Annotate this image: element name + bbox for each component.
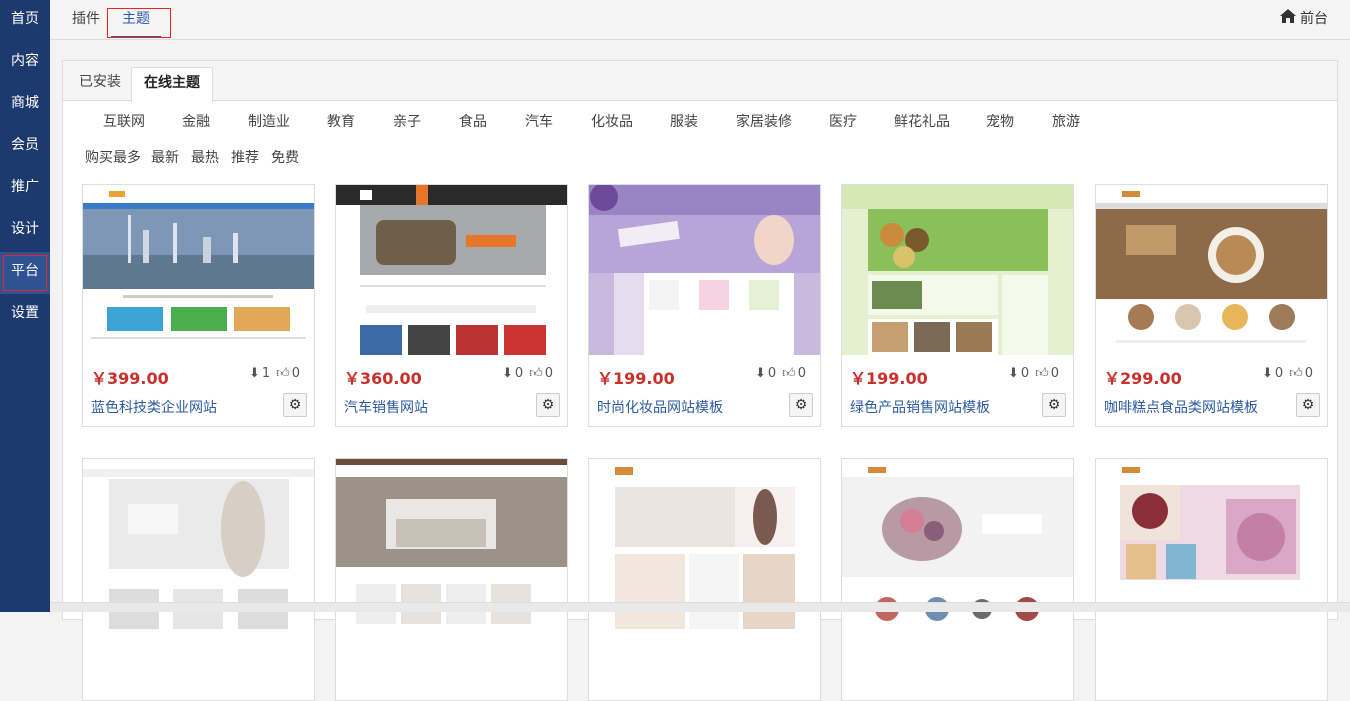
- theme-price: ￥199.00: [850, 369, 928, 388]
- theme-name[interactable]: 蓝色科技类企业网站: [91, 397, 217, 417]
- theme-settings-button[interactable]: ⚙: [536, 393, 560, 417]
- download-count: 0: [514, 366, 524, 381]
- bottom-scroll-area: [50, 602, 1350, 612]
- thumbs-up-icon: 👍︎: [1289, 366, 1303, 381]
- home-icon: [1280, 0, 1296, 38]
- theme-settings-button[interactable]: ⚙: [1042, 393, 1066, 417]
- category-item[interactable]: 化妆品: [591, 111, 633, 131]
- theme-card[interactable]: ￥360.00 ⬇ 0 👍︎ 0 汽车销售网站 ⚙: [335, 184, 568, 427]
- download-icon: ⬇: [1007, 366, 1019, 381]
- theme-price: ￥299.00: [1104, 369, 1182, 388]
- category-item[interactable]: 互联网: [103, 111, 145, 131]
- tab-plugins[interactable]: 插件: [72, 0, 100, 38]
- theme-settings-button[interactable]: ⚙: [283, 393, 307, 417]
- sidebar-item-platform[interactable]: 平台: [0, 252, 50, 294]
- gear-icon: ⚙: [1047, 397, 1061, 413]
- thumbs-up-icon: 👍︎: [276, 366, 290, 381]
- sidebar-item-settings[interactable]: 设置: [0, 294, 50, 336]
- sort-item[interactable]: 最热: [191, 147, 219, 167]
- theme-thumbnail[interactable]: [83, 185, 314, 355]
- gear-icon: ⚙: [541, 397, 555, 413]
- top-bar: 插件 主题 前台: [50, 0, 1350, 40]
- theme-price: ￥399.00: [91, 369, 169, 388]
- like-count: 0: [544, 366, 553, 381]
- download-icon: ⬇: [248, 366, 260, 381]
- theme-card[interactable]: [335, 458, 568, 701]
- gear-icon: ⚙: [794, 397, 808, 413]
- theme-name[interactable]: 咖啡糕点食品类网站模板: [1104, 397, 1258, 417]
- category-item[interactable]: 食品: [459, 111, 487, 131]
- theme-card[interactable]: ￥399.00 ⬇ 1 👍︎ 0 蓝色科技类企业网站 ⚙: [82, 184, 315, 427]
- sidebar-item-home[interactable]: 首页: [0, 0, 50, 42]
- like-count: 0: [1304, 366, 1313, 381]
- download-count: 1: [261, 366, 271, 381]
- theme-name[interactable]: 绿色产品销售网站模板: [850, 397, 990, 417]
- category-item[interactable]: 鲜花礼品: [894, 111, 950, 131]
- theme-name[interactable]: 时尚化妆品网站模板: [597, 397, 723, 417]
- sidebar-item-member[interactable]: 会员: [0, 126, 50, 168]
- sidebar-item-design[interactable]: 设计: [0, 210, 50, 252]
- theme-settings-button[interactable]: ⚙: [1296, 393, 1320, 417]
- category-item[interactable]: 金融: [182, 111, 210, 131]
- theme-card[interactable]: ￥199.00 ⬇ 0 👍︎ 0 时尚化妆品网站模板 ⚙: [588, 184, 821, 427]
- like-count: 0: [1050, 366, 1059, 381]
- category-item[interactable]: 宠物: [986, 111, 1014, 131]
- category-item[interactable]: 制造业: [248, 111, 290, 131]
- left-sidebar: 首页 内容 商城 会员 推广 设计 平台 设置: [0, 0, 50, 612]
- like-count: 0: [291, 366, 300, 381]
- theme-card[interactable]: ￥199.00 ⬇ 0 👍︎ 0 绿色产品销售网站模板 ⚙: [841, 184, 1074, 427]
- download-count: 0: [1274, 366, 1284, 381]
- download-icon: ⬇: [1261, 366, 1273, 381]
- like-count: 0: [797, 366, 806, 381]
- theme-stats: ⬇ 0 👍︎ 0: [1008, 366, 1059, 381]
- download-count: 0: [767, 366, 777, 381]
- download-count: 0: [1020, 366, 1030, 381]
- theme-settings-button[interactable]: ⚙: [789, 393, 813, 417]
- theme-thumbnail[interactable]: [1096, 185, 1327, 355]
- theme-stats: ⬇ 0 👍︎ 0: [502, 366, 553, 381]
- theme-thumbnail[interactable]: [589, 185, 820, 355]
- theme-name[interactable]: 汽车销售网站: [344, 397, 428, 417]
- sort-item[interactable]: 免费: [271, 147, 299, 167]
- sort-item[interactable]: 购买最多: [85, 147, 141, 167]
- sidebar-item-content[interactable]: 内容: [0, 42, 50, 84]
- category-item[interactable]: 家居装修: [736, 111, 792, 131]
- theme-stats: ⬇ 0 👍︎ 0: [1262, 366, 1313, 381]
- theme-card[interactable]: [1095, 458, 1328, 701]
- category-item[interactable]: 旅游: [1052, 111, 1080, 131]
- panel-tabs: 已安装 在线主题: [63, 61, 1337, 102]
- download-icon: ⬇: [501, 366, 513, 381]
- theme-card[interactable]: [82, 458, 315, 701]
- theme-card[interactable]: ￥299.00 ⬇ 0 👍︎ 0 咖啡糕点食品类网站模板 ⚙: [1095, 184, 1328, 427]
- sidebar-item-mall[interactable]: 商城: [0, 84, 50, 126]
- download-icon: ⬇: [754, 366, 766, 381]
- theme-price: ￥199.00: [597, 369, 675, 388]
- themes-panel: 已安装 在线主题 互联网 金融 制造业 教育 亲子 食品 汽车 化妆品 服装 家…: [62, 60, 1338, 701]
- thumbs-up-icon: 👍︎: [1035, 366, 1049, 381]
- tab-themes[interactable]: 主题: [107, 0, 171, 38]
- gear-icon: ⚙: [1301, 397, 1315, 413]
- category-item[interactable]: 教育: [327, 111, 355, 131]
- front-link[interactable]: 前台: [1280, 0, 1328, 38]
- tab-installed[interactable]: 已安装: [67, 67, 133, 101]
- theme-card[interactable]: [841, 458, 1074, 701]
- theme-thumbnail[interactable]: [842, 185, 1073, 355]
- sort-item[interactable]: 最新: [151, 147, 179, 167]
- sort-item[interactable]: 推荐: [231, 147, 259, 167]
- category-item[interactable]: 亲子: [393, 111, 421, 131]
- thumbs-up-icon: 👍︎: [529, 366, 543, 381]
- theme-price: ￥360.00: [344, 369, 422, 388]
- theme-card[interactable]: [588, 458, 821, 701]
- theme-thumbnail[interactable]: [336, 185, 567, 355]
- category-item[interactable]: 汽车: [525, 111, 553, 131]
- tab-online-themes[interactable]: 在线主题: [131, 67, 213, 102]
- sidebar-item-promotion[interactable]: 推广: [0, 168, 50, 210]
- thumbs-up-icon: 👍︎: [782, 366, 796, 381]
- front-label: 前台: [1300, 11, 1328, 27]
- category-item[interactable]: 医疗: [829, 111, 857, 131]
- theme-stats: ⬇ 1 👍︎ 0: [249, 366, 300, 381]
- theme-stats: ⬇ 0 👍︎ 0: [755, 366, 806, 381]
- category-item[interactable]: 服装: [670, 111, 698, 131]
- gear-icon: ⚙: [288, 397, 302, 413]
